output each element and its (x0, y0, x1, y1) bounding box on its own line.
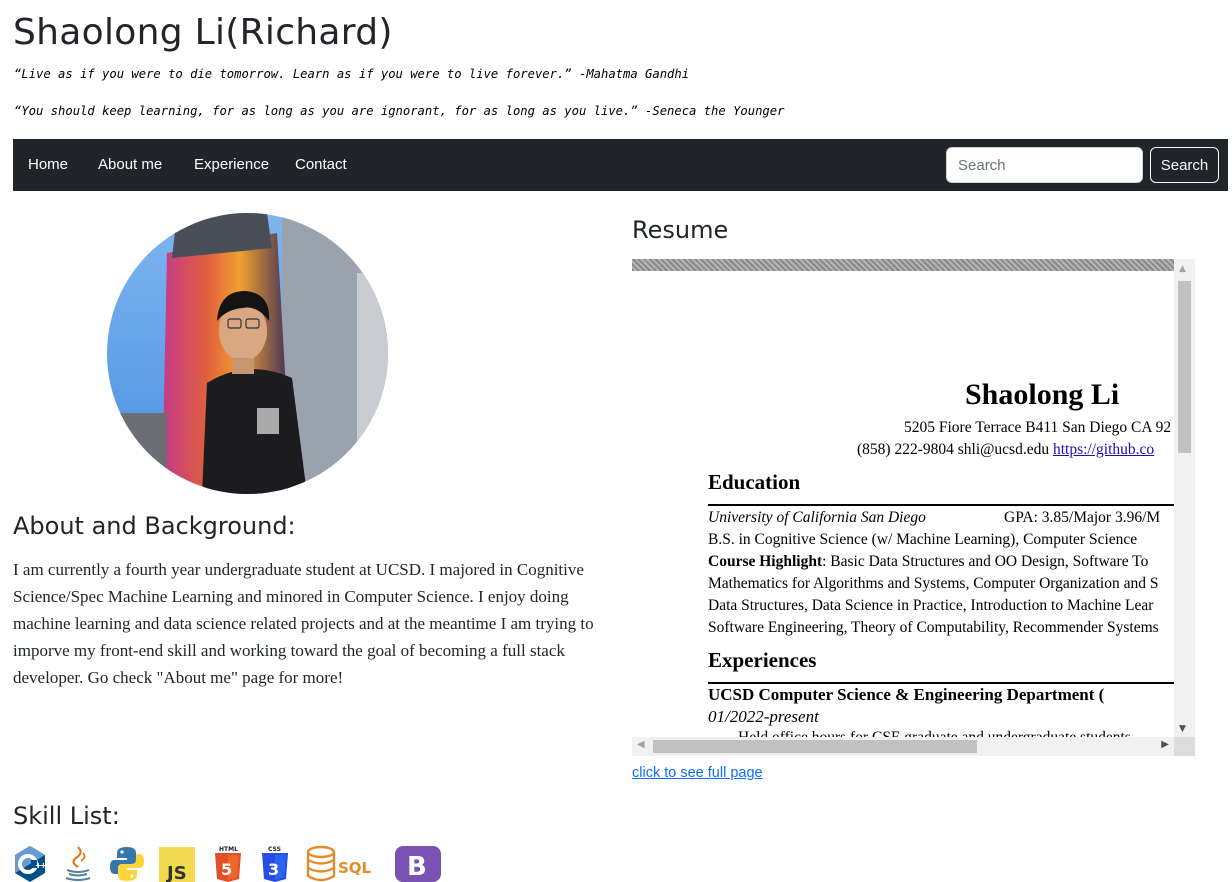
resume-highlight: Course Highlight: Basic Data Structures … (708, 553, 1148, 571)
svg-text:B: B (407, 852, 427, 882)
resume-divider (708, 682, 1174, 684)
java-icon (62, 845, 94, 882)
sql-icon: SQL (305, 845, 377, 882)
resume-education-heading: Education (708, 470, 801, 494)
resume-contact-text: (858) 222-9804 shli@ucsd.edu (857, 441, 1053, 458)
resume-highlight-label: Course Highlight (708, 553, 823, 570)
nav-experience[interactable]: Experience (194, 156, 269, 173)
nav-about-me[interactable]: About me (98, 156, 162, 173)
resume-degree: B.S. in Cognitive Science (w/ Machine Le… (708, 531, 1138, 548)
resume-github-link[interactable]: https://github.co (1053, 441, 1154, 458)
page-title: Shaolong Li(Richard) (13, 12, 393, 53)
resume-address: 5205 Fiore Terrace B411 San Diego CA 92 (904, 419, 1172, 436)
resume-school: University of California San Diego (708, 509, 926, 526)
embed-top-border (632, 259, 1174, 271)
scroll-right-arrow-icon[interactable]: ▶ (1161, 739, 1169, 750)
svg-text:HTML: HTML (219, 846, 238, 853)
resume-experiences-heading: Experiences (708, 648, 817, 672)
svg-text:JS: JS (165, 863, 187, 882)
scroll-corner (1174, 737, 1195, 756)
resume-divider (708, 504, 1174, 506)
search-button[interactable]: Search (1150, 147, 1219, 183)
resume-embed[interactable]: Shaolong Li 5205 Fiore Terrace B411 San … (632, 259, 1195, 756)
about-heading: About and Background: (13, 512, 296, 540)
python-icon (109, 845, 145, 882)
svg-text:+: + (40, 861, 47, 870)
scroll-up-arrow-icon[interactable]: ▲ (1179, 264, 1186, 274)
full-page-link[interactable]: click to see full page (632, 765, 763, 781)
nav-contact[interactable]: Contact (295, 156, 347, 173)
resume-vertical-scroll-thumb[interactable] (1178, 281, 1191, 453)
resume-gpa: GPA: 3.85/Major 3.96/M (1004, 509, 1161, 526)
resume-horizontal-scrollbar[interactable]: ◀ ▶ (632, 737, 1174, 756)
resume-highlight-line3: Data Structures, Data Science in Practic… (708, 597, 1154, 614)
about-text: I am currently a fourth year undergradua… (13, 560, 594, 687)
quote-seneca: “You should keep learning, for as long a… (14, 104, 785, 118)
html5-icon: HTML 5 (213, 845, 243, 882)
skill-heading: Skill List: (13, 802, 120, 830)
resume-job-bullet: Held office hours for CSE graduate and u… (738, 729, 1131, 737)
svg-text:CSS: CSS (268, 846, 281, 853)
profile-photo (107, 213, 388, 494)
javascript-icon: JS (159, 845, 195, 882)
resume-vertical-scrollbar[interactable]: ▲ ▼ (1174, 259, 1195, 737)
resume-highlight-line1: : Basic Data Structures and OO Design, S… (822, 553, 1149, 570)
resume-name: Shaolong Li (965, 378, 1120, 411)
scroll-down-arrow-icon[interactable]: ▼ (1179, 724, 1186, 734)
resume-document: Shaolong Li 5205 Fiore Terrace B411 San … (632, 271, 1174, 737)
resume-highlight-line2: Mathematics for Algorithms and Systems, … (708, 575, 1159, 592)
scroll-left-arrow-icon[interactable]: ◀ (637, 739, 645, 750)
bootstrap-icon: B (395, 845, 441, 882)
navbar: Home About me Experience Contact Search (13, 139, 1228, 191)
resume-highlight-line4: Software Engineering, Theory of Computab… (708, 619, 1159, 636)
quote-gandhi: “Live as if you were to die tomorrow. Le… (14, 67, 690, 81)
resume-contact: (858) 222-9804 shli@ucsd.edu https://git… (857, 441, 1154, 459)
nav-home[interactable]: Home (28, 156, 68, 173)
profile-photo-image (107, 213, 388, 494)
svg-text:SQL: SQL (338, 859, 372, 877)
search-input[interactable] (946, 147, 1143, 183)
resume-job-title: UCSD Computer Science & Engineering Depa… (708, 685, 1105, 704)
cplusplus-icon: + + (13, 845, 47, 882)
svg-text:3: 3 (268, 860, 279, 879)
css3-icon: CSS 3 (260, 845, 290, 882)
resume-horizontal-scroll-thumb[interactable] (653, 740, 977, 753)
svg-text:5: 5 (221, 860, 232, 879)
resume-job-date: 01/2022-present (708, 707, 819, 726)
resume-heading: Resume (632, 216, 729, 244)
